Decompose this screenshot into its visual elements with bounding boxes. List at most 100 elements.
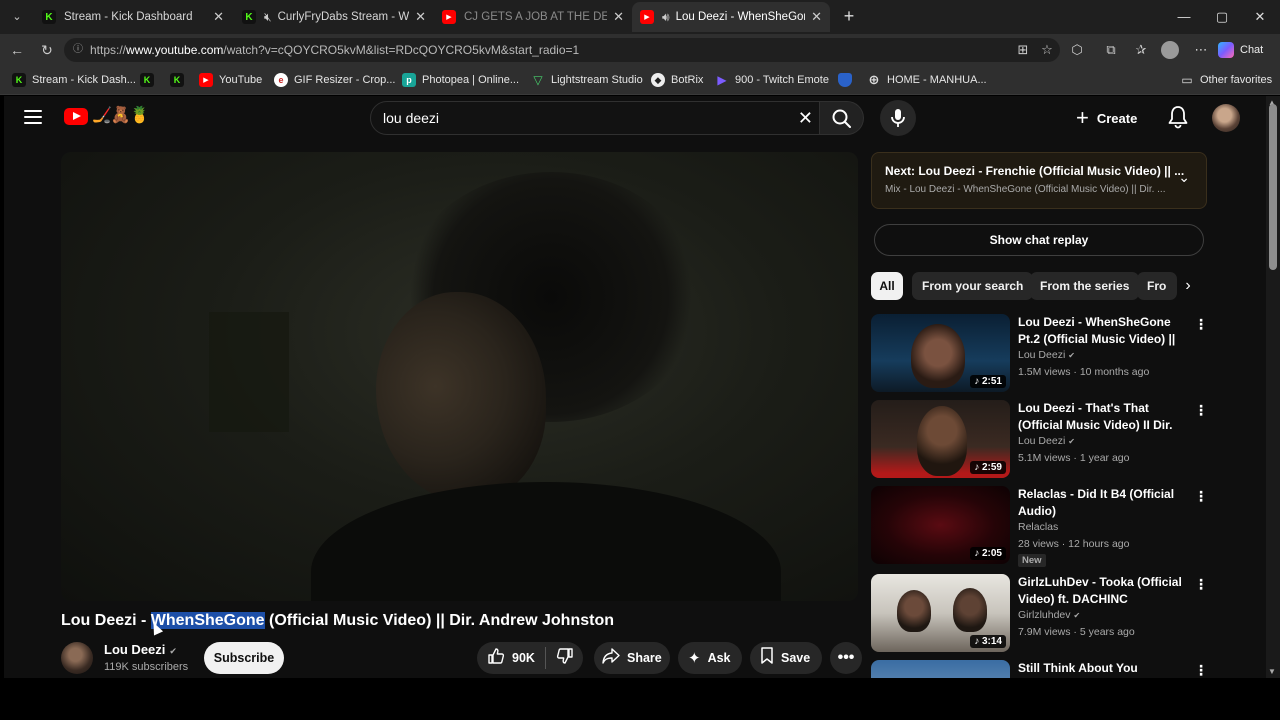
bookmark-gif-resizer[interactable]: e GIF Resizer - Crop...: [274, 72, 395, 88]
video-thumbnail[interactable]: [871, 660, 1010, 678]
close-tab-icon[interactable]: ✕: [415, 9, 426, 25]
extensions-icon[interactable]: ⬡: [1068, 41, 1086, 59]
scrollbar-thumb[interactable]: [1269, 104, 1277, 270]
search-input[interactable]: lou deezi: [383, 102, 439, 134]
copilot-chat-button[interactable]: Chat: [1218, 40, 1263, 60]
video-thumbnail[interactable]: ♪ 2:05: [871, 486, 1010, 564]
recommended-video[interactable]: ♪ 3:14 GirlzLuhDev - Tooka (Official Vid…: [871, 574, 1211, 656]
bookmark-youtube[interactable]: ▶ YouTube: [199, 72, 262, 88]
ask-button[interactable]: ✦ Ask: [678, 642, 742, 674]
like-icon[interactable]: [487, 647, 505, 669]
account-avatar[interactable]: [1212, 104, 1240, 132]
bookmark-photopea[interactable]: p Photopea | Online...: [402, 72, 519, 88]
dislike-icon[interactable]: [556, 647, 574, 669]
share-button[interactable]: Share: [594, 642, 670, 674]
tab-curlyfrydabs[interactable]: K 🔇︎ CurlyFryDabs Stream - Watch ✕: [234, 2, 434, 32]
refresh-icon[interactable]: ↻: [36, 40, 58, 60]
channel-name[interactable]: Lou Deezi: [1018, 435, 1065, 447]
app-available-icon[interactable]: ⊞: [1014, 41, 1032, 59]
channel-name-row[interactable]: Lou Deezi ✔: [104, 642, 177, 657]
video-thumbnail[interactable]: ♪ 2:59: [871, 400, 1010, 478]
search-button[interactable]: [820, 101, 864, 135]
close-tab-icon[interactable]: ✕: [613, 9, 624, 25]
favorite-star-icon[interactable]: ☆: [1038, 41, 1056, 59]
notifications-bell-icon[interactable]: [1166, 104, 1190, 130]
youtube-logo-icon[interactable]: [64, 108, 88, 125]
recommended-video[interactable]: ♪ 2:59 Lou Deezi - That's That (Official…: [871, 400, 1211, 482]
more-vertical-icon[interactable]: ⋮: [1194, 316, 1208, 333]
create-button[interactable]: + Create: [1076, 100, 1152, 136]
bookmark-lightstream[interactable]: ▽ Lightstream Studio: [531, 72, 642, 88]
muted-speaker-icon[interactable]: 🔇︎: [264, 10, 272, 25]
voice-search-button[interactable]: [880, 100, 916, 136]
bookmark-kick-dashboard[interactable]: K Stream - Kick Dash...: [12, 72, 136, 88]
clear-search-icon[interactable]: ✕: [798, 102, 813, 134]
chip-from-your-search[interactable]: From your search: [912, 272, 1034, 300]
video-title[interactable]: Lou Deezi - That's That (Official Music …: [1018, 400, 1188, 434]
back-arrow-icon[interactable]: ←: [6, 40, 28, 60]
like-count[interactable]: 90K: [512, 651, 535, 665]
split-screen-icon[interactable]: ⧉: [1102, 41, 1120, 59]
more-actions-button[interactable]: •••: [830, 642, 862, 674]
close-window-button[interactable]: ✕: [1240, 4, 1280, 30]
other-favorites-folder[interactable]: ▭ Other favorites: [1180, 72, 1272, 88]
bookmark-manhua[interactable]: ⊕ HOME - MANHUA...: [867, 72, 987, 88]
chip-from-overflow[interactable]: Fro: [1137, 272, 1177, 300]
channel-name-row[interactable]: Lou Deezi ✔: [1018, 349, 1075, 361]
more-vertical-icon[interactable]: ⋮: [1194, 662, 1208, 678]
video-title[interactable]: Still Think About You: [1018, 660, 1188, 677]
bookmark-kick-3[interactable]: K: [170, 72, 190, 88]
chevron-right-icon[interactable]: ›: [1178, 276, 1198, 296]
channel-name-row[interactable]: Lou Deezi ✔: [1018, 435, 1075, 447]
tab-actions-chevron-icon[interactable]: ⌄: [6, 6, 28, 28]
search-box[interactable]: lou deezi ✕: [370, 101, 820, 135]
channel-name[interactable]: Lou Deezi: [1018, 349, 1065, 361]
more-vertical-icon[interactable]: ⋮: [1194, 576, 1208, 593]
scroll-down-arrow-icon[interactable]: ▼: [1268, 667, 1276, 676]
video-thumbnail[interactable]: ♪ 2:51: [871, 314, 1010, 392]
video-player[interactable]: [61, 152, 858, 601]
channel-name[interactable]: Girlzluhdev: [1018, 609, 1071, 621]
minimize-button[interactable]: —: [1164, 4, 1204, 30]
video-thumbnail[interactable]: ♪ 3:14: [871, 574, 1010, 652]
more-vertical-icon[interactable]: ⋮: [1194, 402, 1208, 419]
favorites-icon[interactable]: ✰: [1132, 41, 1150, 59]
up-next-panel[interactable]: Next: Lou Deezi - Frenchie (Official Mus…: [871, 152, 1207, 209]
channel-avatar[interactable]: [61, 642, 93, 674]
chip-from-the-series[interactable]: From the series: [1030, 272, 1140, 300]
more-vertical-icon[interactable]: ⋮: [1194, 488, 1208, 505]
recommended-video[interactable]: Still Think About You ⋮: [871, 660, 1211, 678]
page-scrollbar[interactable]: ▲ ▼: [1266, 96, 1280, 678]
tab-lou-deezi-active[interactable]: ▶ 🔊︎ Lou Deezi - WhenSheGone (O ✕: [632, 2, 830, 32]
channel-name[interactable]: Lou Deezi: [104, 642, 165, 657]
tab-cj-gets-a-job[interactable]: ▶ CJ GETS A JOB AT THE DEALERSH ✕: [434, 2, 632, 32]
save-button[interactable]: Save: [750, 642, 822, 674]
bookmark-shield[interactable]: [838, 72, 858, 88]
video-title[interactable]: Lou Deezi - WhenSheGone Pt.2 (Official M…: [1018, 314, 1188, 348]
show-chat-replay-button[interactable]: Show chat replay: [874, 224, 1204, 256]
bookmark-kick-2[interactable]: K: [140, 72, 160, 88]
address-bar[interactable]: ⓘ https://www.youtube.com/watch?v=cQOYCR…: [64, 38, 1060, 62]
close-tab-icon[interactable]: ✕: [213, 9, 224, 25]
channel-name[interactable]: Relaclas: [1018, 521, 1058, 533]
video-title[interactable]: GirlzLuhDev - Tooka (Official Video) ft.…: [1018, 574, 1188, 607]
site-info-icon[interactable]: ⓘ: [73, 38, 83, 62]
video-title[interactable]: Relaclas - Did It B4 (Official Audio): [1018, 486, 1188, 519]
bookmark-botrix[interactable]: ◆ BotRix: [651, 72, 703, 88]
maximize-button[interactable]: ▢: [1202, 4, 1242, 30]
settings-more-icon[interactable]: ⋯: [1192, 41, 1210, 59]
channel-name-row[interactable]: Girlzluhdev ✔: [1018, 609, 1080, 621]
recommended-video[interactable]: ♪ 2:05 Relaclas - Did It B4 (Official Au…: [871, 486, 1211, 568]
new-tab-button[interactable]: +: [838, 6, 860, 28]
chip-all[interactable]: All: [871, 272, 903, 300]
tab-kick-dashboard[interactable]: K Stream - Kick Dashboard ✕: [34, 2, 232, 32]
chevron-down-icon[interactable]: ⌄: [1178, 169, 1190, 186]
profile-avatar-icon[interactable]: [1161, 41, 1179, 59]
subscribe-button[interactable]: Subscribe: [204, 642, 284, 674]
bookmark-twitch-emote[interactable]: ▶ 900 - Twitch Emote: [715, 72, 829, 88]
close-tab-icon[interactable]: ✕: [811, 9, 822, 25]
speaker-icon[interactable]: 🔊︎: [662, 10, 670, 25]
recommended-video[interactable]: ♪ 2:51 Lou Deezi - WhenSheGone Pt.2 (Off…: [871, 314, 1211, 396]
menu-icon[interactable]: [24, 110, 42, 124]
youtube-doodle-icon[interactable]: 🏒🧸🍍: [92, 105, 150, 125]
